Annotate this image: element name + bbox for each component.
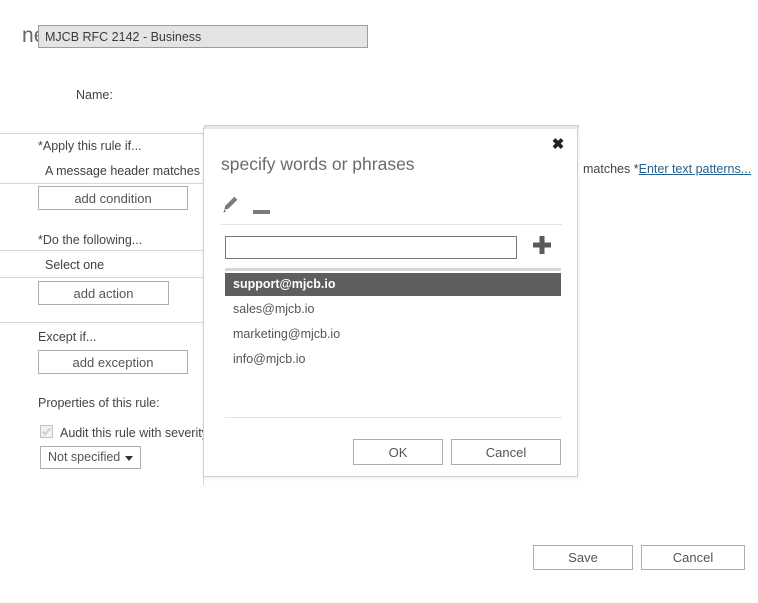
do-following-label: *Do the following... [38,233,143,247]
phrase-list: support@mjcb.io sales@mjcb.io marketing@… [225,273,561,395]
list-item[interactable]: info@mjcb.io [225,348,561,371]
list-top-rule [225,268,561,271]
save-button[interactable]: Save [533,545,633,570]
pencil-icon[interactable] [221,195,240,219]
list-item[interactable]: support@mjcb.io [225,273,561,296]
add-action-button[interactable]: add action [38,281,169,305]
dialog-top-strip [204,125,579,129]
phrase-input[interactable] [225,236,517,259]
list-item[interactable]: marketing@mjcb.io [225,323,561,346]
list-item[interactable]: sales@mjcb.io [225,298,561,321]
apply-rule-label: *Apply this rule if... [38,139,142,153]
cancel-button[interactable]: Cancel [641,545,745,570]
condition-detail-text: matches *Enter text patterns... [583,162,751,176]
audit-rule-checkbox-label: Audit this rule with severity [60,426,208,440]
close-icon[interactable]: ✖ [548,135,568,155]
chevron-down-icon [125,456,133,461]
panel-divider-2 [0,250,203,251]
dialog-footer-divider [225,417,562,418]
panel-divider-top [0,133,203,134]
specify-words-or-phrases-dialog: ✖ specify words or phrases support@mjcb.… [203,125,579,477]
name-label: Name: [76,88,113,102]
plus-icon [533,235,551,254]
panel-divider-1 [0,183,203,184]
severity-dropdown[interactable]: Not specified [40,446,141,469]
severity-dropdown-value: Not specified [48,450,121,464]
minus-icon[interactable] [253,202,270,220]
except-if-label: Except if... [38,330,97,344]
dialog-toolbar [221,195,561,221]
dialog-cancel-button[interactable]: Cancel [451,439,561,465]
action-select-value[interactable]: Select one [38,254,200,276]
add-phrase-button[interactable] [529,233,555,259]
add-exception-button[interactable]: add exception [38,350,188,374]
panel-divider-4 [0,322,203,323]
checkmark-icon [41,427,52,436]
properties-label: Properties of this rule: [38,396,160,410]
dialog-ok-button[interactable]: OK [353,439,443,465]
enter-text-patterns-link[interactable]: Enter text patterns... [639,162,752,176]
apply-condition-value[interactable]: A message header matches... [38,160,200,182]
new-rule-page: new rule Name: *Apply this rule if... A … [0,0,758,603]
dialog-title: specify words or phrases [221,154,415,174]
condition-detail-matches: matches [583,162,631,176]
add-condition-button[interactable]: add condition [38,186,188,210]
panel-divider-3 [0,277,203,278]
rule-name-input[interactable] [38,25,368,48]
audit-rule-checkbox[interactable] [40,425,53,438]
toolbar-divider [221,224,562,225]
